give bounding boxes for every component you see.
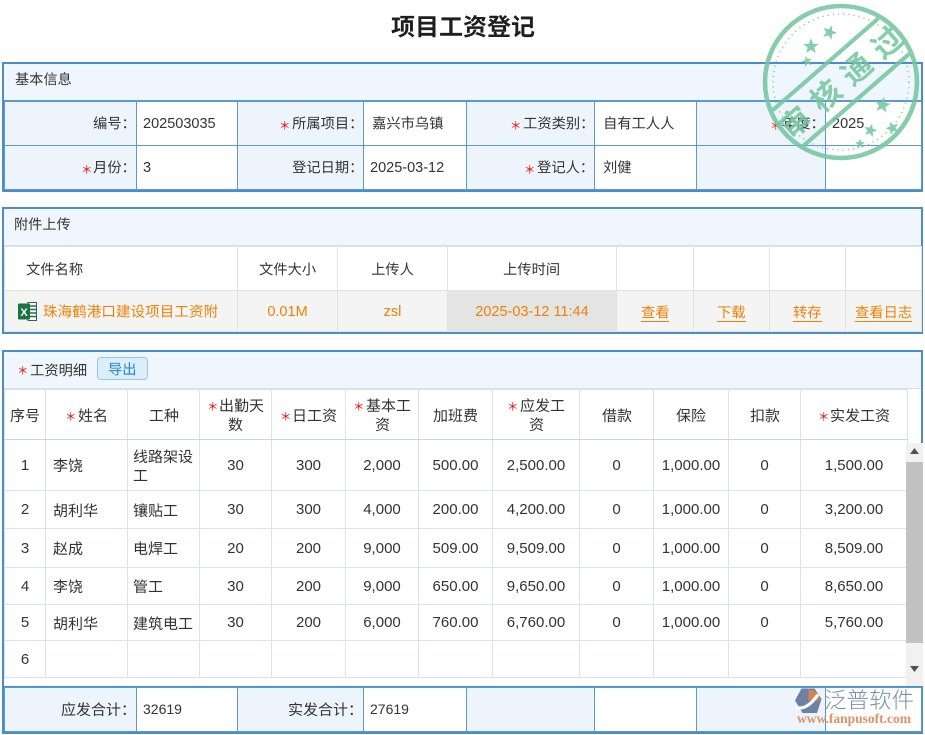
svg-text:X: X [20, 307, 28, 319]
